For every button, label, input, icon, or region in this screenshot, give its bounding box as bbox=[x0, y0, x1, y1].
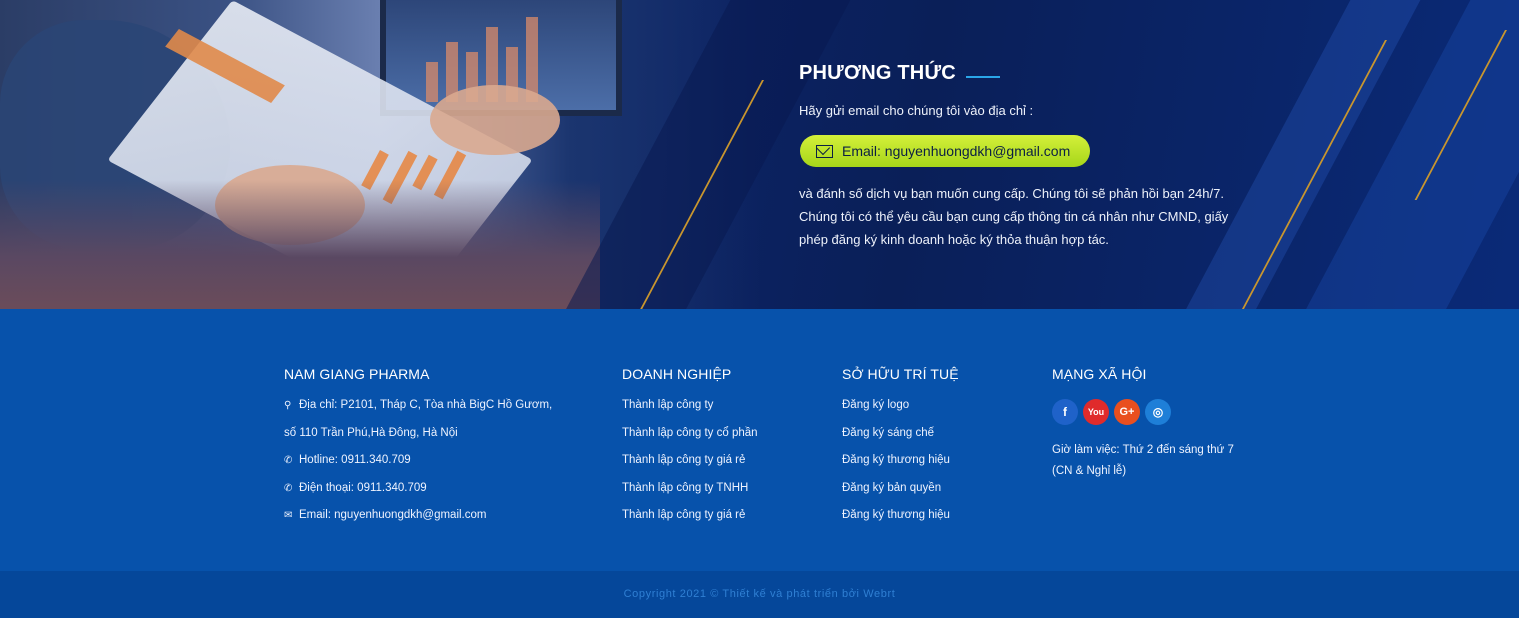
footer-link[interactable]: Thành lập công ty cổ phần bbox=[622, 426, 758, 454]
footer-heading: SỞ HỮU TRÍ TUỆ bbox=[842, 366, 959, 382]
footer-col-ip: SỞ HỮU TRÍ TUỆ Đăng ký logo Đăng ký sáng… bbox=[842, 366, 959, 536]
footer-link[interactable]: Đăng ký thương hiệu bbox=[842, 453, 959, 481]
hero-banner: PHƯƠNG THỨC Hãy gửi email cho chúng tôi … bbox=[0, 0, 1519, 309]
footer-heading: MẠNG XÃ HỘI bbox=[1052, 366, 1147, 382]
instagram-icon[interactable]: ◎ bbox=[1145, 399, 1171, 425]
phone-icon: ✆ bbox=[284, 482, 293, 494]
footer-col-business: DOANH NGHIỆP Thành lập công ty Thành lập… bbox=[622, 366, 758, 536]
footer-heading: DOANH NGHIỆP bbox=[622, 366, 732, 382]
footer-link[interactable]: Thành lập công ty TNHH bbox=[622, 481, 758, 509]
section-title: PHƯƠNG THỨC bbox=[799, 62, 1259, 85]
footer-col-social: MẠNG XÃ HỘI f You G+ ◎ Giờ làm việc: Thứ… bbox=[1052, 366, 1252, 482]
footer-link[interactable]: Đăng ký sáng chế bbox=[842, 426, 959, 454]
footer-link[interactable]: Đăng ký bản quyền bbox=[842, 481, 959, 509]
intro-text: Hãy gửi email cho chúng tôi vào địa chỉ … bbox=[799, 103, 1034, 118]
facebook-icon[interactable]: f bbox=[1052, 399, 1078, 425]
copyright-text: Copyright 2021 © Thiết kế và phát triển … bbox=[623, 588, 896, 600]
footer-col-company: NAM GIANG PHARMA ⚲ Địa chỉ: P2101, Tháp C… bbox=[284, 366, 552, 536]
working-hours: Giờ làm việc: Thứ 2 đến sáng thứ 7 (CN &… bbox=[1052, 444, 1234, 477]
youtube-icon[interactable]: You bbox=[1083, 399, 1109, 425]
footer-link[interactable]: Đăng ký thương hiệu bbox=[842, 508, 959, 536]
address-line: số 110 Trần Phú,Hà Đông, Hà Nội bbox=[284, 426, 458, 439]
google-plus-icon[interactable]: G+ bbox=[1114, 399, 1140, 425]
phone-icon: ✆ bbox=[284, 455, 293, 466]
map-pin-icon: ⚲ bbox=[284, 400, 292, 411]
copyright-bar: Copyright 2021 © Thiết kế và phát triển … bbox=[0, 571, 1519, 618]
hotline[interactable]: ✆ Hotline: 0911.340.709 bbox=[284, 453, 552, 481]
footer-link[interactable]: Thành lập công ty giá rẻ bbox=[622, 508, 758, 536]
footer: NAM GIANG PHARMA ⚲ Địa chỉ: P2101, Tháp C… bbox=[0, 309, 1519, 571]
footer-link[interactable]: Thành lập công ty giá rẻ bbox=[622, 453, 758, 481]
email-button[interactable]: Email: nguyenhuongdkh@gmail.com bbox=[800, 135, 1091, 167]
mail-icon bbox=[816, 144, 833, 158]
social-icons: f You G+ ◎ bbox=[1052, 399, 1252, 425]
title-underline bbox=[965, 75, 1000, 78]
address-line: ⚲ Địa chỉ: P2101, Tháp C, Tòa nhà BigC Hồ… bbox=[284, 399, 553, 411]
footer-link[interactable]: Thành lập công ty bbox=[622, 398, 758, 426]
phone[interactable]: ✆ Điện thoại: 0911.340.709 bbox=[284, 481, 552, 509]
footer-heading: NAM GIANG PHARMA bbox=[284, 366, 430, 382]
hero-description: và đánh số dịch vụ bạn muốn cung cấp. Ch… bbox=[799, 186, 1229, 247]
email-link[interactable]: ✉ Email: nguyenhuongdkh@gmail.com bbox=[284, 508, 552, 536]
envelope-icon: ✉ bbox=[284, 510, 293, 521]
contact-method-section: PHƯƠNG THỨC Hãy gửi email cho chúng tôi … bbox=[799, 62, 1259, 251]
footer-link[interactable]: Đăng ký logo bbox=[842, 398, 959, 426]
hand-image bbox=[430, 85, 560, 155]
